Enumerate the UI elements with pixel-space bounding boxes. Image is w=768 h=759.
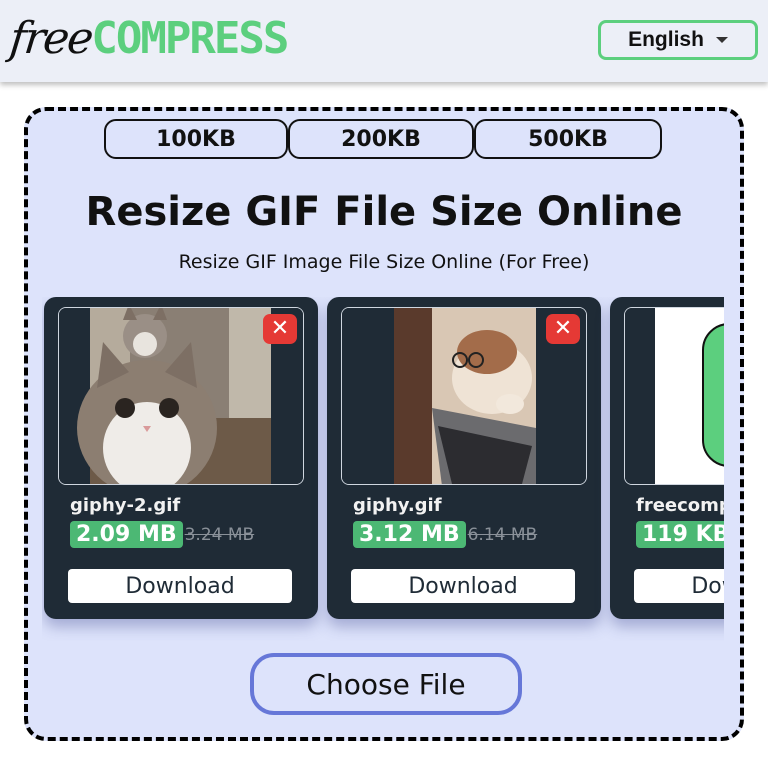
green-logo-image — [625, 308, 724, 484]
choose-file-button[interactable]: Choose File — [250, 653, 522, 715]
logo[interactable]: free COMPRESS — [7, 8, 289, 70]
preset-500kb[interactable]: 500KB — [474, 119, 662, 159]
file-thumbnail: ✕ — [341, 307, 587, 485]
file-name: freecomp — [636, 495, 724, 516]
close-icon: ✕ — [553, 316, 573, 341]
language-select[interactable]: English — [598, 20, 758, 60]
download-button[interactable]: Download — [351, 569, 575, 603]
site-header: free COMPRESS English — [0, 0, 768, 82]
file-name: giphy.gif — [353, 495, 442, 516]
file-carousel[interactable]: ✕ giphy-2.gif 2.09 MB 3.24 MB Download ✕… — [42, 297, 724, 641]
download-button[interactable]: Download — [68, 569, 292, 603]
file-sizes: 2.09 MB 3.24 MB — [70, 521, 254, 548]
logo-free-text: free — [7, 13, 95, 64]
upload-dropzone[interactable]: 100KB 200KB 500KB Resize GIF File Size O… — [24, 107, 744, 741]
file-thumbnail: ✕ — [58, 307, 304, 485]
page-subtitle: Resize GIF Image File Size Online (For F… — [178, 251, 590, 273]
download-button[interactable]: Download — [634, 569, 724, 603]
compressed-size-badge: 2.09 MB — [70, 521, 183, 548]
preset-100kb[interactable]: 100KB — [104, 119, 288, 159]
original-size: 6.14 MB — [467, 524, 538, 545]
compressed-size-badge: 3.12 MB — [353, 521, 466, 548]
file-thumbnail — [624, 307, 724, 485]
file-name: giphy-2.gif — [70, 495, 181, 516]
language-label: English — [628, 28, 704, 51]
size-preset-tabs: 100KB 200KB 500KB — [104, 119, 662, 159]
file-sizes: 119 KB — [636, 521, 724, 548]
compressed-size-badge: 119 KB — [636, 521, 724, 548]
page-title: Resize GIF File Size Online — [85, 189, 683, 235]
close-icon: ✕ — [270, 316, 290, 341]
original-size: 3.24 MB — [184, 524, 255, 545]
file-card: freecomp 119 KB Download — [610, 297, 724, 619]
remove-file-button[interactable]: ✕ — [546, 314, 580, 344]
chevron-down-icon — [715, 37, 728, 43]
logo-compress-text: COMPRESS — [91, 13, 289, 64]
file-sizes: 3.12 MB 6.14 MB — [353, 521, 537, 548]
remove-file-button[interactable]: ✕ — [263, 314, 297, 344]
file-card: ✕ giphy-2.gif 2.09 MB 3.24 MB Download — [44, 297, 318, 619]
preset-200kb[interactable]: 200KB — [288, 119, 474, 159]
file-card: ✕ giphy.gif 3.12 MB 6.14 MB Download — [327, 297, 601, 619]
